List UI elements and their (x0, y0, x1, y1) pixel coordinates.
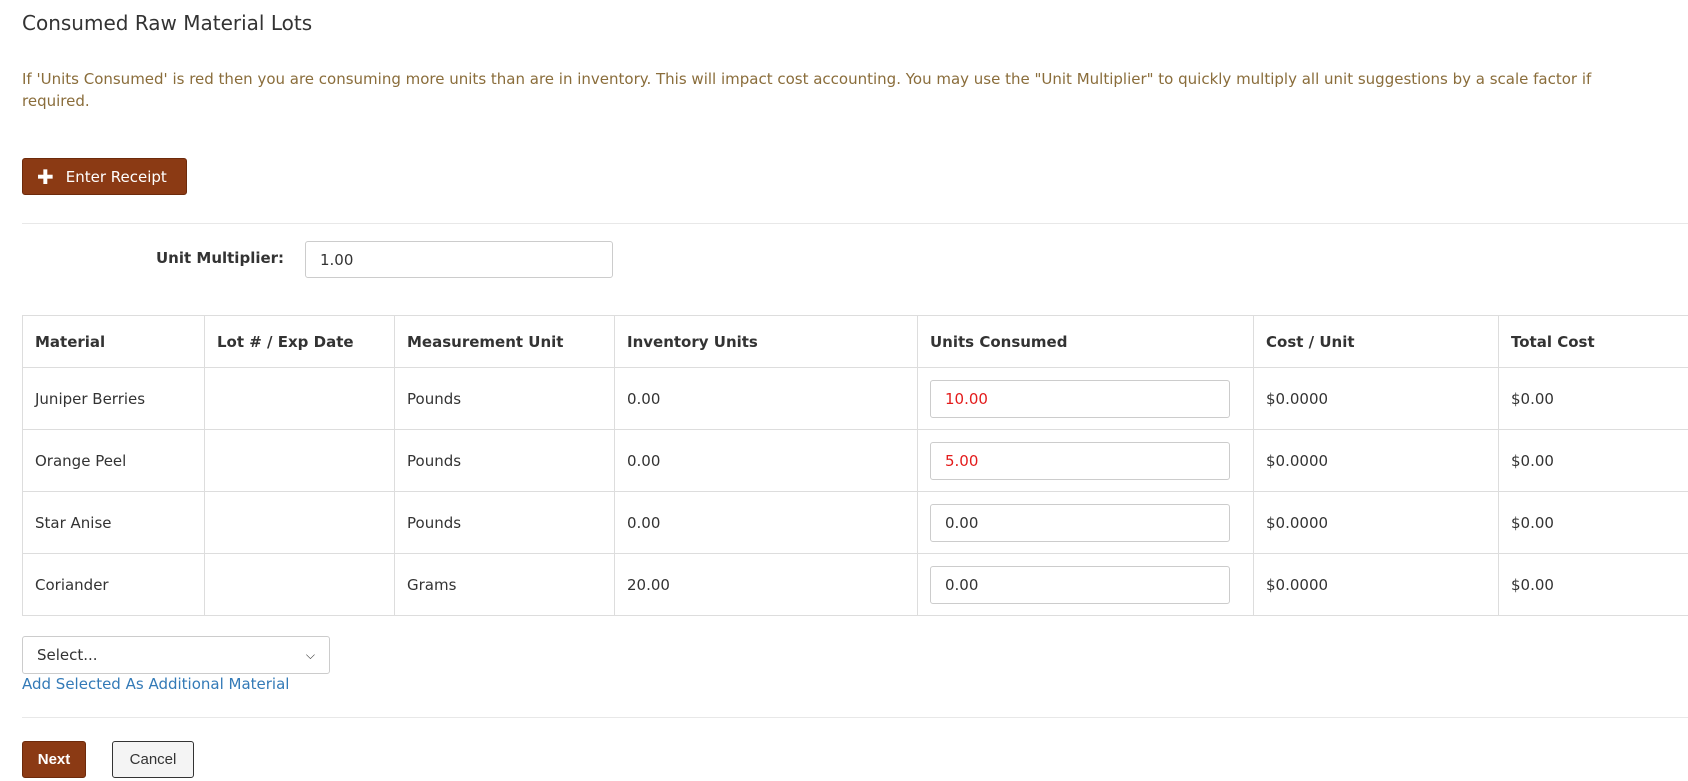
total-cost: $0.00 (1498, 367, 1688, 430)
lot-exp-date (204, 553, 395, 616)
units-consumed-cell (917, 367, 1254, 430)
measurement-unit: Grams (394, 553, 615, 616)
cost-per-unit: $0.0000 (1253, 367, 1499, 430)
lot-exp-date (204, 491, 395, 554)
add-selected-material-link[interactable]: Add Selected As Additional Material (22, 675, 289, 693)
header-units-consumed: Units Consumed (917, 315, 1254, 368)
total-cost: $0.00 (1498, 491, 1688, 554)
table-header-row: Material Lot # / Exp Date Measurement Un… (22, 315, 1688, 368)
cancel-button[interactable]: Cancel (112, 741, 194, 778)
select-value: Select... (37, 646, 98, 664)
total-cost: $0.00 (1498, 429, 1688, 492)
lot-exp-date (204, 429, 395, 492)
table-row: Coriander Grams 20.00 $0.0000 $0.00 (22, 553, 1688, 616)
header-total-cost: Total Cost (1498, 315, 1688, 368)
measurement-unit: Pounds (394, 429, 615, 492)
unit-multiplier-input[interactable] (305, 241, 613, 278)
units-consumed-input[interactable] (930, 379, 1230, 418)
measurement-unit: Pounds (394, 367, 615, 430)
page-title: Consumed Raw Material Lots (22, 11, 313, 35)
chevron-down-icon: ⌵ (305, 647, 315, 662)
inventory-units: 0.00 (614, 491, 918, 554)
material-name: Star Anise (22, 491, 205, 554)
inventory-units: 0.00 (614, 429, 918, 492)
enter-receipt-label: Enter Receipt (65, 167, 167, 186)
header-lot-exp-date: Lot # / Exp Date (204, 315, 395, 368)
cost-per-unit: $0.0000 (1253, 491, 1499, 554)
units-consumed-input[interactable] (930, 503, 1230, 542)
units-consumed-cell (917, 491, 1254, 554)
plus-icon: ✚ (37, 164, 54, 189)
enter-receipt-button[interactable]: ✚ Enter Receipt (22, 158, 187, 195)
materials-table: Material Lot # / Exp Date Measurement Un… (22, 315, 1688, 616)
material-name: Juniper Berries (22, 367, 205, 430)
units-consumed-cell (917, 553, 1254, 616)
table-row: Orange Peel Pounds 0.00 $0.0000 $0.00 (22, 429, 1688, 492)
inventory-units: 20.00 (614, 553, 918, 616)
header-cost-unit: Cost / Unit (1253, 315, 1499, 368)
units-consumed-cell (917, 429, 1254, 492)
header-inventory-units: Inventory Units (614, 315, 918, 368)
lot-exp-date (204, 367, 395, 430)
units-consumed-input[interactable] (930, 565, 1230, 604)
additional-material-select[interactable]: Select... ⌵ (22, 636, 330, 674)
cost-per-unit: $0.0000 (1253, 429, 1499, 492)
table-row: Juniper Berries Pounds 0.00 $0.0000 $0.0… (22, 367, 1688, 430)
units-consumed-input[interactable] (930, 441, 1230, 480)
material-name: Orange Peel (22, 429, 205, 492)
unit-multiplier-label: Unit Multiplier: (156, 249, 285, 267)
header-material: Material (22, 315, 205, 368)
header-measurement-unit: Measurement Unit (394, 315, 615, 368)
cost-per-unit: $0.0000 (1253, 553, 1499, 616)
divider (22, 223, 1688, 224)
material-name: Coriander (22, 553, 205, 616)
inventory-units: 0.00 (614, 367, 918, 430)
divider (22, 717, 1688, 718)
total-cost: $0.00 (1498, 553, 1688, 616)
table-row: Star Anise Pounds 0.00 $0.0000 $0.00 (22, 491, 1688, 554)
info-message: If 'Units Consumed' is red then you are … (22, 70, 1592, 110)
measurement-unit: Pounds (394, 491, 615, 554)
next-button[interactable]: Next (22, 741, 86, 778)
